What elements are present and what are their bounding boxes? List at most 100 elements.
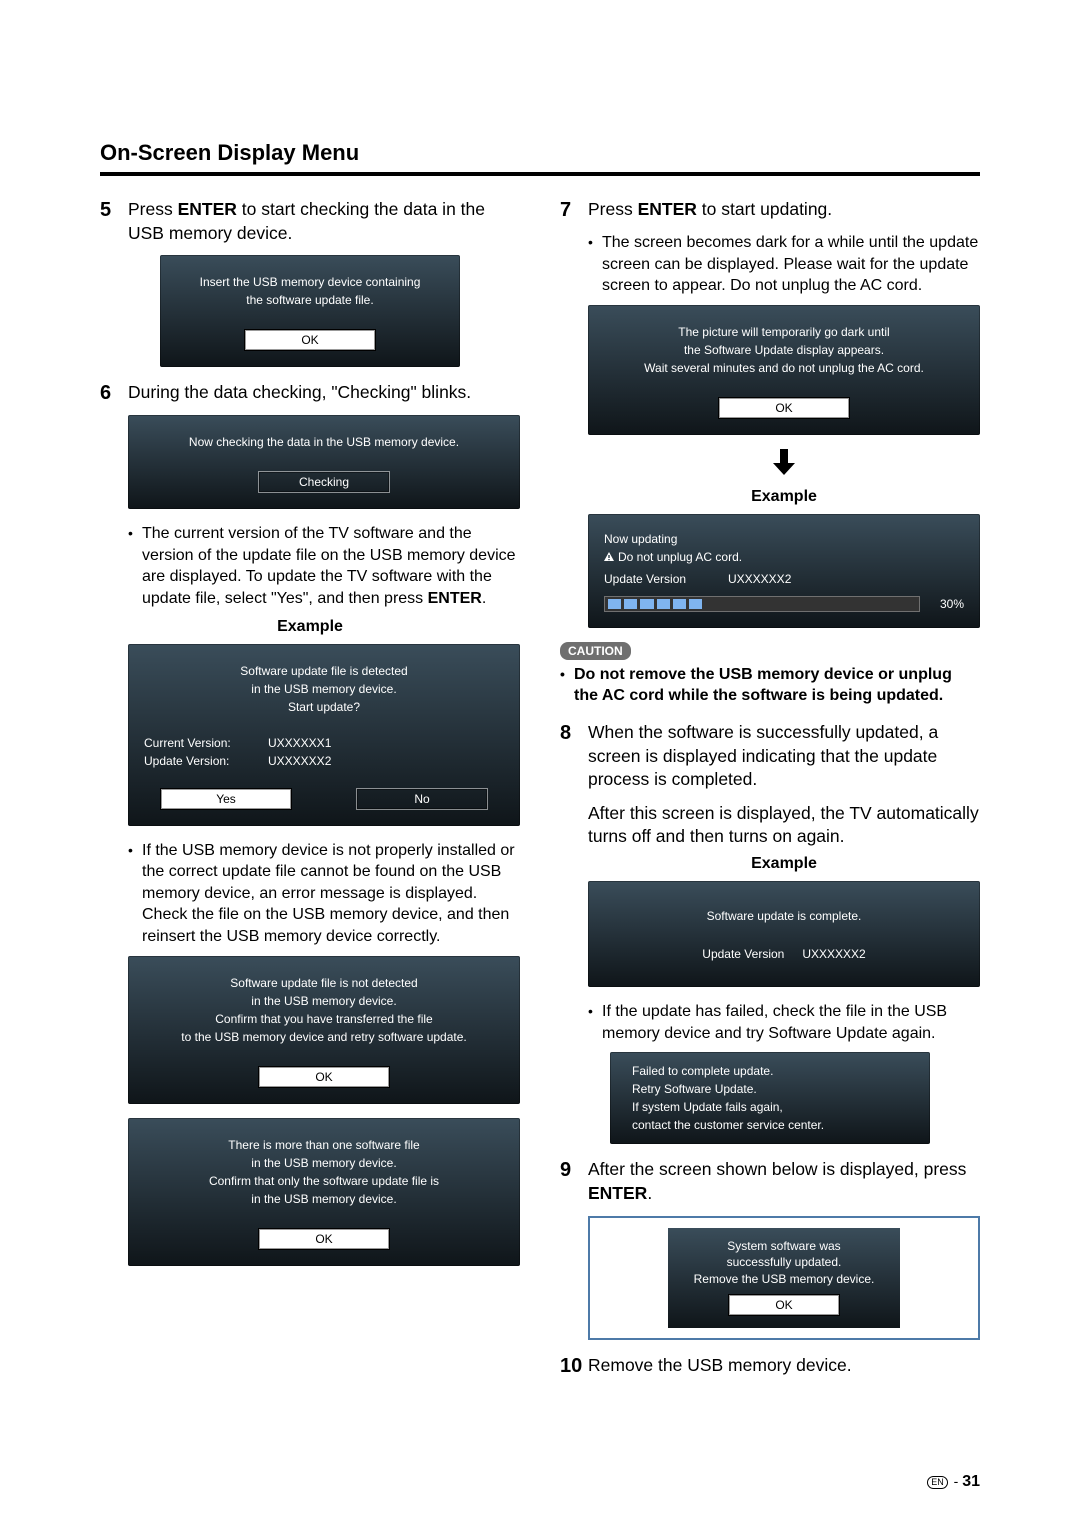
text: Press bbox=[588, 199, 638, 219]
bullet-version-displayed: • The current version of the TV software… bbox=[128, 523, 520, 609]
label: Update Version bbox=[702, 947, 784, 961]
checking-indicator: Checking bbox=[258, 471, 390, 493]
osd-now-checking: Now checking the data in the USB memory … bbox=[128, 415, 520, 509]
osd-success: System software was successfully updated… bbox=[668, 1228, 899, 1328]
step-text: After the screen shown below is displaye… bbox=[588, 1158, 980, 1205]
example-label: Example bbox=[100, 618, 520, 636]
text: Do not remove the USB memory device or u… bbox=[574, 664, 980, 707]
step-text: Press ENTER to start checking the data i… bbox=[128, 198, 520, 245]
warning-line: Do not unplug AC cord. bbox=[604, 550, 742, 564]
page-number: 31 bbox=[962, 1473, 980, 1490]
osd-message: Now checking the data in the USB memory … bbox=[144, 433, 504, 451]
ok-button[interactable]: OK bbox=[258, 1228, 390, 1250]
osd-update-detected: Software update file is detected in the … bbox=[128, 644, 520, 826]
label: Update Version bbox=[604, 572, 704, 586]
version-row-update: Update Version: UXXXXXX2 bbox=[144, 754, 504, 768]
bold: ENTER bbox=[428, 590, 482, 607]
bullet-dot: • bbox=[560, 664, 574, 707]
progress-bar bbox=[604, 596, 920, 612]
value: UXXXXXX2 bbox=[268, 754, 331, 768]
text: After the screen shown below is displaye… bbox=[588, 1159, 966, 1179]
text: to start updating. bbox=[697, 199, 832, 219]
example-label: Example bbox=[588, 488, 980, 506]
caution-text: • Do not remove the USB memory device or… bbox=[560, 664, 980, 707]
yes-button[interactable]: Yes bbox=[160, 788, 292, 810]
osd-message: There is more than one software file in … bbox=[144, 1136, 504, 1208]
step-9: 9 After the screen shown below is displa… bbox=[560, 1158, 980, 1205]
bullet-text: The screen becomes dark for a while unti… bbox=[602, 232, 980, 297]
value: UXXXXXX1 bbox=[268, 736, 331, 750]
progress-bar-row: 30% bbox=[604, 596, 964, 612]
no-button[interactable]: No bbox=[356, 788, 488, 810]
bullet-screen-dark: • The screen becomes dark for a while un… bbox=[588, 232, 980, 297]
value: UXXXXXX2 bbox=[802, 947, 865, 961]
step-text: Remove the USB memory device. bbox=[588, 1354, 980, 1378]
step-number: 5 bbox=[100, 198, 128, 245]
caution-badge: CAUTION bbox=[560, 642, 631, 660]
bullet-text: The current version of the TV software a… bbox=[142, 523, 520, 609]
example-label: Example bbox=[588, 855, 980, 873]
arrow-down-icon-svg bbox=[773, 449, 795, 475]
step-7: 7 Press ENTER to start updating. bbox=[560, 198, 980, 222]
column-left: 5 Press ENTER to start checking the data… bbox=[100, 198, 520, 1388]
bullet-dot: • bbox=[128, 840, 142, 948]
section-rule bbox=[100, 172, 980, 176]
arrow-down-icon bbox=[588, 449, 980, 482]
step-text: Press ENTER to start updating. bbox=[588, 198, 980, 222]
version-row: Update Version UXXXXXX2 bbox=[604, 947, 964, 961]
bullet-dot: • bbox=[128, 523, 142, 609]
step-5: 5 Press ENTER to start checking the data… bbox=[100, 198, 520, 245]
step-8: 8 When the software is successfully upda… bbox=[560, 721, 980, 792]
osd-insert-usb: Insert the USB memory device containing … bbox=[160, 255, 460, 367]
osd-update-failed: Failed to complete update. Retry Softwar… bbox=[610, 1052, 930, 1144]
osd-message: Software update file is detected in the … bbox=[144, 662, 504, 716]
ok-button[interactable]: OK bbox=[728, 1294, 840, 1316]
text: . bbox=[482, 590, 486, 607]
warning-text: Do not unplug AC cord. bbox=[618, 550, 742, 564]
document-page: On-Screen Display Menu 5 Press ENTER to … bbox=[0, 0, 1080, 1388]
osd-message: Failed to complete update. Retry Softwar… bbox=[632, 1062, 918, 1134]
osd-now-updating: Now updating Do not unplug AC cord. Upda… bbox=[588, 514, 980, 628]
version-row: Update Version UXXXXXX2 bbox=[604, 572, 964, 586]
osd-message: Insert the USB memory device containing … bbox=[176, 273, 444, 309]
osd-update-complete: Software update is complete. Update Vers… bbox=[588, 881, 980, 987]
bold: ENTER bbox=[178, 199, 237, 219]
version-row-current: Current Version: UXXXXXX1 bbox=[144, 736, 504, 750]
step-number: 10 bbox=[560, 1354, 588, 1378]
bold: ENTER bbox=[638, 199, 697, 219]
bullet-text: If the update has failed, check the file… bbox=[602, 1001, 980, 1044]
osd-not-detected: Software update file is not detected in … bbox=[128, 956, 520, 1104]
text: Press bbox=[128, 199, 178, 219]
osd-message: Software update file is not detected in … bbox=[144, 974, 504, 1046]
button-row: Yes No bbox=[144, 788, 504, 810]
bullet-update-failed: • If the update has failed, check the fi… bbox=[588, 1001, 980, 1044]
osd-picture-dark: The picture will temporarily go dark unt… bbox=[588, 305, 980, 435]
bullet-dot: • bbox=[588, 1001, 602, 1044]
footer-sep: - bbox=[950, 1473, 962, 1489]
bullet-dot: • bbox=[588, 232, 602, 297]
ok-button[interactable]: OK bbox=[244, 329, 376, 351]
step-10: 10 Remove the USB memory device. bbox=[560, 1354, 980, 1378]
label: Update Version: bbox=[144, 754, 244, 768]
lang-badge: EN bbox=[927, 1476, 948, 1489]
osd-message: The picture will temporarily go dark unt… bbox=[604, 323, 964, 377]
osd-frame-success: System software was successfully updated… bbox=[588, 1216, 980, 1340]
section-heading: On-Screen Display Menu bbox=[100, 140, 980, 166]
bullet-text: If the USB memory device is not properly… bbox=[142, 840, 520, 948]
step-6: 6 During the data checking, "Checking" b… bbox=[100, 381, 520, 405]
step-number: 7 bbox=[560, 198, 588, 222]
progress-bar-fill bbox=[605, 597, 705, 611]
bold: ENTER bbox=[588, 1183, 647, 1203]
step-text: During the data checking, "Checking" bli… bbox=[128, 381, 520, 405]
osd-more-than-one: There is more than one software file in … bbox=[128, 1118, 520, 1266]
column-right: 7 Press ENTER to start updating. • The s… bbox=[560, 198, 980, 1388]
ok-button[interactable]: OK bbox=[258, 1066, 390, 1088]
ok-button[interactable]: OK bbox=[718, 397, 850, 419]
osd-message: Software update is complete. bbox=[604, 907, 964, 925]
step-number: 6 bbox=[100, 381, 128, 405]
caution-block: CAUTION bbox=[560, 642, 980, 660]
page-footer: EN - 31 bbox=[927, 1473, 980, 1491]
progress-percentage: 30% bbox=[930, 597, 964, 611]
step-text: When the software is successfully update… bbox=[588, 721, 980, 792]
warning-icon bbox=[604, 552, 614, 562]
